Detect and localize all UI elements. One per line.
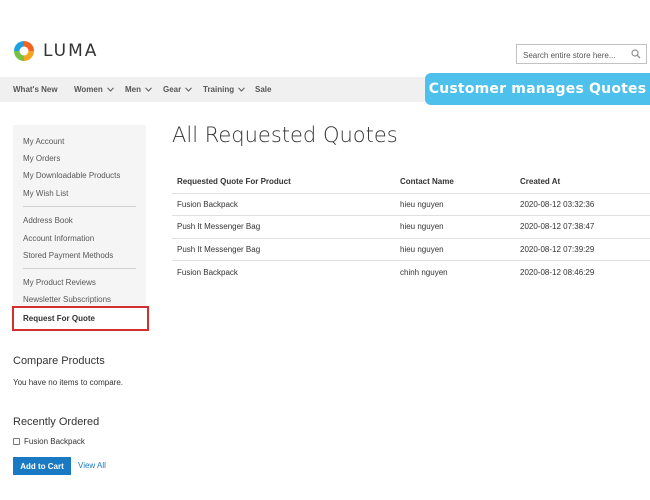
quote-contact: chinh nguyen [395, 260, 515, 283]
nav-label: Gear [163, 85, 182, 94]
store-logo[interactable]: LUMA [13, 40, 98, 62]
recently-ordered-title: Recently Ordered [13, 416, 100, 428]
nav-item-sale[interactable]: Sale [255, 85, 271, 94]
header: LUMA [0, 0, 650, 77]
nav-label: Women [74, 85, 103, 94]
chevron-down-icon [106, 87, 114, 92]
table-header-row: Requested Quote For Product Contact Name… [172, 170, 650, 193]
sidebar-item-product-reviews[interactable]: My Product Reviews [23, 278, 96, 287]
nav-item-women[interactable]: Women [74, 85, 114, 94]
sidebar-item-my-account[interactable]: My Account [23, 137, 64, 146]
sidebar-item-label: Request For Quote [23, 314, 96, 323]
quote-contact: hieu nguyen [395, 215, 515, 238]
search-box [516, 44, 647, 65]
table-row[interactable]: Push It Messenger Bag hieu nguyen 2020-0… [172, 237, 650, 261]
nav-item-whats-new[interactable]: What's New [13, 85, 58, 94]
sidebar-item-wish-list[interactable]: My Wish List [23, 189, 68, 198]
quote-contact: hieu nguyen [395, 192, 515, 216]
quote-contact: hieu nguyen [395, 237, 515, 261]
quotes-table: Requested Quote For Product Contact Name… [172, 170, 650, 283]
compare-empty-message: You have no items to compare. [13, 378, 123, 387]
brand-name: LUMA [43, 41, 99, 61]
nav-item-gear[interactable]: Gear [163, 85, 193, 94]
nav-label: What's New [13, 85, 58, 94]
sidebar-item-account-information[interactable]: Account Information [23, 234, 94, 243]
nav-item-men[interactable]: Men [125, 85, 152, 94]
quote-product: Fusion Backpack [172, 192, 395, 216]
quote-created-at: 2020-08-12 08:46:29 [515, 260, 650, 283]
search-input[interactable] [517, 46, 627, 65]
sidebar-divider [23, 206, 136, 207]
luma-logo-icon [14, 41, 34, 61]
item-checkbox[interactable] [13, 438, 20, 445]
search-icon[interactable] [631, 49, 641, 59]
nav-label: Men [125, 85, 141, 94]
chevron-down-icon [238, 87, 245, 92]
add-to-cart-button[interactable]: Add to Cart [13, 457, 71, 475]
chevron-down-icon [145, 87, 152, 92]
recently-ordered-item-name: Fusion Backpack [24, 437, 85, 446]
page-title: All Requested Quotes [172, 123, 398, 147]
chevron-down-icon [185, 87, 193, 92]
sidebar-item-stored-payment-methods[interactable]: Stored Payment Methods [23, 251, 113, 260]
quote-product: Fusion Backpack [172, 260, 395, 283]
column-header-contact: Contact Name [400, 176, 454, 186]
table-row[interactable]: Fusion Backpack hieu nguyen 2020-08-12 0… [172, 192, 650, 216]
quote-created-at: 2020-08-12 07:38:47 [515, 215, 650, 238]
sidebar-item-downloadable-products[interactable]: My Downloadable Products [23, 171, 120, 180]
recently-ordered-item[interactable]: Fusion Backpack [13, 437, 85, 446]
quote-product: Push It Messenger Bag [172, 215, 395, 238]
table-row[interactable]: Fusion Backpack chinh nguyen 2020-08-12 … [172, 260, 650, 283]
compare-products-title: Compare Products [13, 355, 105, 367]
view-all-link[interactable]: View All [78, 461, 106, 470]
quote-created-at: 2020-08-12 07:39:29 [515, 237, 650, 261]
account-sidebar: My Account My Orders My Downloadable Pro… [12, 125, 149, 331]
nav-label: Training [203, 85, 235, 94]
sidebar-item-address-book[interactable]: Address Book [23, 216, 73, 225]
nav-item-training[interactable]: Training [203, 85, 245, 94]
quote-product: Push It Messenger Bag [172, 237, 395, 261]
sidebar-divider [23, 268, 136, 269]
column-header-product: Requested Quote For Product [177, 176, 291, 186]
nav-label: Sale [255, 85, 272, 94]
feature-banner: Customer manages Quotes [425, 73, 650, 105]
quote-created-at: 2020-08-12 03:32:36 [515, 192, 650, 216]
table-row[interactable]: Push It Messenger Bag hieu nguyen 2020-0… [172, 215, 650, 238]
sidebar-item-request-for-quote[interactable]: Request For Quote [12, 306, 149, 331]
sidebar-item-newsletter-subscriptions[interactable]: Newsletter Subscriptions [23, 295, 111, 304]
column-header-created-at: Created At [520, 176, 561, 186]
sidebar-item-my-orders[interactable]: My Orders [23, 154, 60, 163]
